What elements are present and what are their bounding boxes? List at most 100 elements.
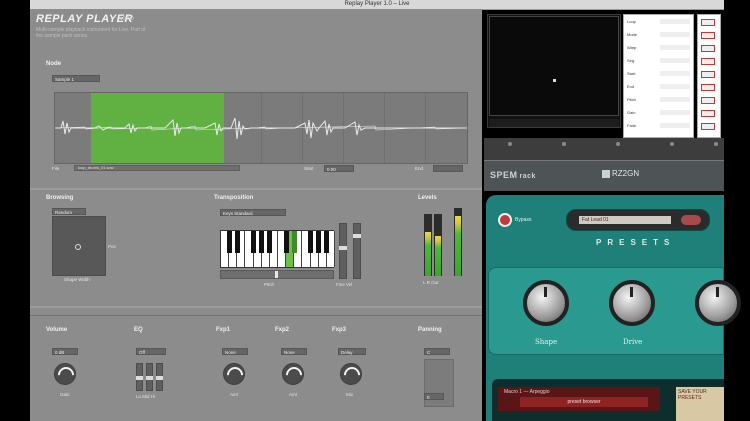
drive-knob[interactable] xyxy=(609,280,655,326)
value-box[interactable] xyxy=(701,71,715,78)
left-black-border xyxy=(0,0,30,421)
fx3-knob[interactable] xyxy=(340,363,362,385)
fx1-knob[interactable] xyxy=(223,363,245,385)
fx2-select[interactable]: None xyxy=(281,348,307,355)
waveform-icon xyxy=(55,117,467,140)
xy-pad[interactable] xyxy=(52,216,106,276)
shape-knob[interactable] xyxy=(523,280,569,326)
sample-label: File xyxy=(52,166,60,171)
inspector-key: End xyxy=(627,84,635,89)
window-title: Replay Player 1.0 – Live xyxy=(344,1,410,7)
eq-low-slider[interactable] xyxy=(136,363,143,391)
end-label: End xyxy=(415,166,424,171)
node-select[interactable]: Sample 1 xyxy=(52,75,100,82)
mix-knob[interactable] xyxy=(695,280,741,326)
fx1-knob-label: Amt xyxy=(230,392,239,397)
rack-device-header[interactable]: SPEM rack RZ2GN xyxy=(484,160,724,191)
rack-rail xyxy=(484,138,724,160)
macro-value[interactable]: preset browser xyxy=(520,397,648,407)
fx3-heading: Fxp3 xyxy=(332,327,347,333)
divider xyxy=(30,306,482,308)
preview-frame xyxy=(489,16,619,116)
xy-x-label: Pos xyxy=(108,244,116,249)
fx2-knob-label: Amt xyxy=(289,392,298,397)
level-meter-right xyxy=(434,214,442,276)
value-box[interactable] xyxy=(701,110,715,117)
macro-heading: Macro 1 — Arpeggio xyxy=(504,389,550,395)
panning-value[interactable]: 0 xyxy=(424,393,444,400)
macro-bar: Macro 1 — Arpeggio preset browser xyxy=(498,387,660,411)
node-heading: Node xyxy=(46,61,61,67)
start-label: Start xyxy=(304,166,314,171)
sample-path-field[interactable]: loop_drums_01.wav xyxy=(74,165,240,171)
bypass-label: Bypass xyxy=(515,217,532,223)
preview-monitor xyxy=(487,14,621,128)
value-box[interactable] xyxy=(701,32,715,39)
inspector-key: Mode xyxy=(627,32,638,37)
inspector-key: Pitch xyxy=(627,97,636,102)
app-logo: REPLAY PLAYER xyxy=(36,13,133,25)
volume-select[interactable]: 0 dB xyxy=(52,348,78,355)
rack-device-name: SPEM rack xyxy=(490,170,536,180)
browsing-select[interactable]: Random xyxy=(52,208,86,215)
inspector-key: Gain xyxy=(627,110,636,115)
value-box[interactable] xyxy=(701,19,715,26)
eq-select[interactable]: Off xyxy=(136,348,166,355)
replay-player-panel: REPLAY PLAYER v1.0.0 Multi-sample playba… xyxy=(30,9,482,421)
power-button[interactable] xyxy=(498,213,512,227)
velocity-slider[interactable] xyxy=(353,223,361,279)
start-value-field[interactable]: 0.00 xyxy=(324,165,354,172)
macro-section: Macro 1 — Arpeggio preset browser SAVE Y… xyxy=(492,379,724,421)
eq-high-slider[interactable] xyxy=(156,363,163,391)
inspector-key: Warp xyxy=(627,45,637,50)
panning-select[interactable]: C xyxy=(424,348,450,355)
xy-handle[interactable] xyxy=(75,244,81,250)
end-value-field[interactable] xyxy=(433,165,463,172)
panning-heading: Panning xyxy=(418,327,442,333)
xy-y-label: Shape Width xyxy=(64,277,90,282)
app-subtitle: Multi-sample playback instrument for Liv… xyxy=(36,27,146,39)
value-box[interactable] xyxy=(701,97,715,104)
pitch-bend-handle[interactable] xyxy=(275,271,278,278)
volume-knob[interactable] xyxy=(54,363,76,385)
inspector-panel: Loop Mode Warp Seg. Start End Pitch Gain… xyxy=(623,14,694,138)
output-meter xyxy=(454,208,462,276)
eq-mid-slider[interactable] xyxy=(146,363,153,391)
fx2-heading: Fxp2 xyxy=(275,327,290,333)
value-box[interactable] xyxy=(701,123,715,130)
fx1-select[interactable]: None xyxy=(222,348,248,355)
levels-labels: L R Out xyxy=(423,280,439,285)
app-version: v1.0.0 xyxy=(120,16,134,22)
preset-menu-button[interactable] xyxy=(681,215,701,225)
pitch-bend-strip[interactable] xyxy=(220,270,334,279)
value-box[interactable] xyxy=(701,84,715,91)
value-box[interactable] xyxy=(701,58,715,65)
preset-display[interactable]: Fat Lead 01 xyxy=(566,209,710,231)
piano-keyboard[interactable] xyxy=(220,230,335,268)
divider xyxy=(30,315,482,316)
shape-knob-label: Shape xyxy=(535,338,558,346)
pitch-label: Pitch xyxy=(264,282,275,287)
knob-panel: Shape Drive xyxy=(488,267,741,355)
rack-device-badge: RZ2GN xyxy=(602,169,639,178)
inspector-key: Loop xyxy=(627,19,636,24)
fx3-select[interactable]: Delay xyxy=(338,348,366,355)
inspector-values-column xyxy=(697,14,721,138)
eq-band-labels: Lo Mid Hi xyxy=(136,394,156,399)
browsing-heading: Browsing xyxy=(46,195,74,201)
drive-knob-label: Drive xyxy=(623,338,643,346)
right-black-border xyxy=(724,0,750,421)
divider xyxy=(30,188,482,190)
volume-heading: Volume xyxy=(46,327,68,333)
fine-tune-slider[interactable] xyxy=(339,223,347,279)
sticky-note: SAVE YOUR PRESETS xyxy=(676,387,724,421)
value-box[interactable] xyxy=(701,45,715,52)
fx2-knob[interactable] xyxy=(282,363,304,385)
preview-dot-icon xyxy=(553,79,556,82)
inspector-key: Start xyxy=(627,71,636,76)
transposition-select[interactable]: Keys Standard xyxy=(220,209,286,216)
eq-heading: EQ xyxy=(134,327,143,333)
preview-timeline[interactable] xyxy=(489,119,619,127)
inspector-key: Fade xyxy=(627,123,637,128)
waveform-display[interactable] xyxy=(54,92,468,164)
